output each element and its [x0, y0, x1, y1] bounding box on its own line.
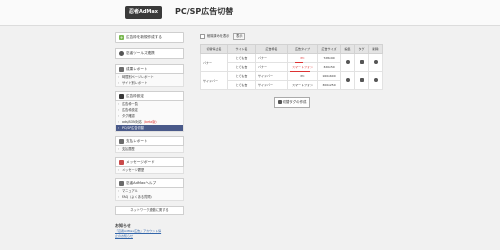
tag-add-icon: [277, 100, 282, 104]
col-delete: 削除: [368, 44, 383, 54]
gear-icon[interactable]: [345, 78, 350, 82]
section-help-header[interactable]: 忍者AdMaxヘルプ: [115, 178, 184, 188]
section-help-title: 忍者AdMaxヘルプ: [126, 181, 157, 185]
switch-name-cell: バナー: [200, 53, 228, 72]
col-ad-size: 広告サイズ: [317, 44, 341, 54]
col-switch-name: 切替停止名: [200, 44, 228, 54]
mail-icon: [119, 159, 124, 165]
slot-cell: バナー: [255, 53, 288, 63]
show-deleted-checkbox[interactable]: [200, 33, 205, 39]
site-cell: とても吉: [227, 80, 256, 90]
tag-cell: [354, 71, 369, 90]
col-site-name: サイト名: [227, 44, 256, 54]
site-cell: とても吉: [227, 71, 256, 81]
size-cell: 300x250: [317, 80, 341, 90]
sidebar-item-payment-history[interactable]: 支払履歴: [115, 146, 184, 153]
top-header: 忍者AdMax PC/SP広告切替: [0, 0, 500, 26]
section-message: メッセージボード メッセージ履歴: [115, 157, 184, 174]
sidebar: + 広告枠を新規作成する 忍者ツールズ連携 成果レポート 時間別ページレポート …: [115, 32, 184, 239]
annotation-underline: [290, 71, 310, 72]
report-icon: [119, 66, 124, 72]
sidebar-item-pc-sp-switch[interactable]: PC/SP広告切替: [115, 125, 184, 132]
edit-cell: [340, 71, 355, 90]
table-row: バナー とても吉 バナー PC 728x90: [200, 53, 383, 72]
switch-name-cell: サイドバー: [200, 71, 228, 90]
section-payment-title: 支払レポート: [126, 139, 148, 143]
section-help: 忍者AdMaxヘルプ マニュアル FAQ（よくある質問）: [115, 178, 184, 201]
section-report-header[interactable]: 成果レポート: [115, 64, 184, 74]
annotation-underline: [295, 62, 303, 63]
create-switch-tag-label: 切替タグの作成: [282, 100, 307, 104]
table-row: サイドバー とても吉 サイドバー PC 160x600: [200, 71, 383, 90]
col-slot-name: 広告枠名: [255, 44, 288, 54]
main-content: 削除済みを表示 表示 切替停止名 サイト名 広告枠名 広告タイプ 広告サイズ 編…: [200, 32, 383, 232]
show-deleted-label: 削除済みを表示: [207, 34, 230, 38]
slot-cell: サイドバー: [255, 80, 288, 90]
logo-text: 忍者AdMax: [128, 9, 159, 15]
section-ad-settings-header[interactable]: 広告枠設定: [115, 91, 184, 101]
filter-row: 削除済みを表示 表示: [200, 32, 382, 40]
slot-cell: バナー: [255, 62, 288, 72]
sidebar-item-faq[interactable]: FAQ（よくある質問）: [115, 194, 184, 201]
notice-link-continued[interactable]: 止のお知らせ: [115, 234, 184, 239]
col-tag: タグ: [354, 44, 369, 54]
ninja-tools-link-button[interactable]: 忍者ツールズ連携: [115, 48, 184, 59]
ninja-tools-label: 忍者ツールズ連携: [126, 51, 155, 55]
tag-icon[interactable]: [359, 60, 364, 64]
site-cell: とても吉: [227, 62, 256, 72]
type-cell: PC: [287, 71, 318, 81]
section-ad-settings-title: 広告枠設定: [126, 94, 144, 98]
beta-badge: （beta版）: [141, 120, 159, 124]
col-ad-type: 広告タイプ: [287, 44, 318, 54]
gear-icon[interactable]: [345, 60, 350, 64]
create-switch-tag-button[interactable]: 切替タグの作成: [274, 97, 310, 108]
delete-cell: [368, 53, 383, 72]
section-message-header[interactable]: メッセージボード: [115, 157, 184, 167]
section-payment-header[interactable]: 支払レポート: [115, 136, 184, 146]
section-payment: 支払レポート 支払履歴: [115, 136, 184, 153]
page-title: PC/SP広告切替: [175, 7, 234, 16]
size-cell: 320x50: [317, 62, 341, 72]
sidebar-item-site-report[interactable]: サイト別レポート: [115, 80, 184, 87]
size-cell: 160x600: [317, 71, 341, 81]
sidebar-item-message-history[interactable]: メッセージ履歴: [115, 167, 184, 174]
table-header-row: 切替停止名 サイト名 広告枠名 広告タイプ 広告サイズ 編集 タグ 削除: [200, 44, 383, 54]
plus-icon: +: [119, 35, 124, 40]
type-cell: スマートフォン: [287, 80, 318, 90]
edit-cell: [340, 53, 355, 72]
delete-cell: [368, 71, 383, 90]
section-report-title: 成果レポート: [126, 67, 148, 71]
tag-cell: [354, 53, 369, 72]
show-button[interactable]: 表示: [233, 32, 246, 40]
adsjson-label: adsJSON対応: [122, 120, 142, 124]
site-cell: とても吉: [227, 53, 256, 63]
section-ad-settings: 広告枠設定 広告枠一覧 広告枠設定 タグ確認 adsJSON対応（beta版） …: [115, 91, 184, 132]
size-cell: 728x90: [317, 53, 341, 63]
tag-icon[interactable]: [359, 78, 364, 82]
section-message-title: メッセージボード: [126, 160, 155, 164]
help-icon: [119, 180, 124, 186]
delete-icon[interactable]: [373, 60, 378, 64]
slot-cell: サイドバー: [255, 71, 288, 81]
create-ad-slot-button[interactable]: + 広告枠を新規作成する: [115, 32, 184, 43]
settings-icon: [119, 93, 124, 99]
payment-icon: [119, 138, 124, 144]
delete-icon[interactable]: [373, 78, 378, 82]
col-edit: 編集: [340, 44, 355, 54]
section-report: 成果レポート 時間別ページレポート サイト別レポート: [115, 64, 184, 87]
switch-table: 切替停止名 サイト名 広告枠名 広告タイプ 広告サイズ 編集 タグ 削除 バナー…: [200, 44, 383, 90]
ninja-tools-icon: [119, 51, 124, 56]
create-ad-slot-label: 広告枠を新規作成する: [126, 35, 162, 39]
admax-logo[interactable]: 忍者AdMax: [125, 6, 162, 19]
network-button[interactable]: ネットワーク連動に関する: [115, 206, 184, 215]
